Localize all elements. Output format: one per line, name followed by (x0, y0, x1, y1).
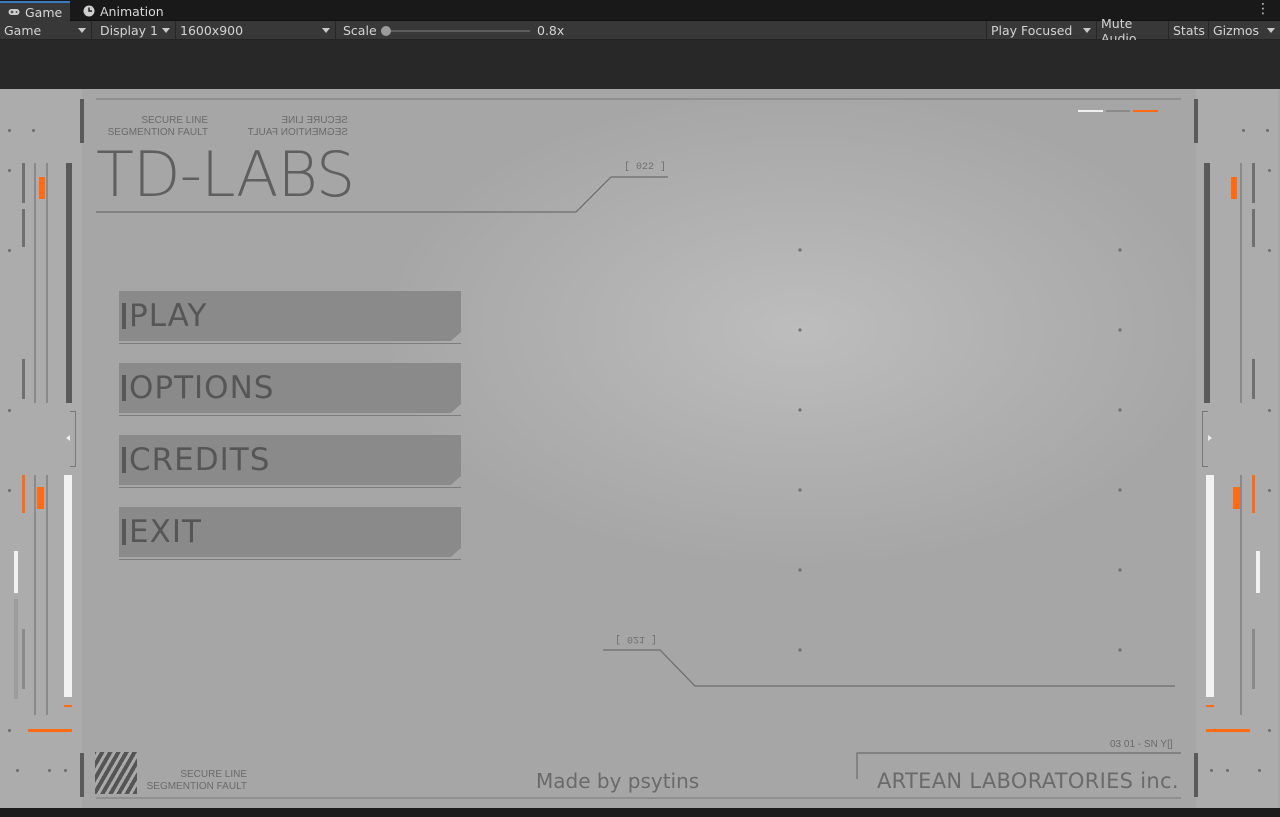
view-mode-dropdown[interactable]: Game (0, 21, 92, 40)
left-hud-panel (0, 89, 84, 808)
resolution-dropdown[interactable]: 1600x900 (176, 21, 336, 40)
game-view-letterbox (0, 40, 1280, 89)
tab-game[interactable]: Game (0, 1, 71, 21)
options-button-label: OPTIONS (129, 370, 275, 406)
made-by-credit: Made by psytins (536, 769, 700, 793)
options-button[interactable]: OPTIONS (119, 363, 461, 413)
hatched-logo-icon (95, 752, 137, 794)
company-name: ARTEAN LABORATORIES inc. (877, 769, 1179, 793)
chevron-down-icon (78, 28, 86, 33)
footer-secure-line-text: SECURE LINE (180, 769, 247, 780)
gizmos-dropdown[interactable]: Gizmos (1209, 21, 1280, 40)
scale-slider-handle[interactable] (381, 26, 391, 36)
chevron-down-icon (1083, 28, 1091, 33)
play-mode-value: Play Focused (991, 23, 1073, 38)
scale-readout: 0.8x (533, 21, 583, 40)
play-mode-dropdown[interactable]: Play Focused (986, 21, 1097, 40)
display-value: Display 1 (100, 23, 159, 38)
exit-button-label: EXIT (129, 514, 202, 550)
chevron-down-icon (1267, 28, 1275, 33)
scale-slider-track[interactable] (384, 30, 530, 32)
stats-toggle[interactable]: Stats (1169, 21, 1209, 40)
play-button-label: PLAY (129, 298, 208, 334)
tab-game-label: Game (25, 4, 63, 20)
editor-bottom-edge (0, 808, 1280, 817)
secure-line-text-mirrored: SECURE LINE (281, 115, 348, 126)
view-mode-value: Game (4, 23, 42, 38)
tab-animation[interactable]: Animation (75, 1, 172, 21)
resolution-value: 1600x900 (180, 23, 244, 38)
gamepad-icon (8, 6, 20, 18)
footer-segmention-fault-text: SEGMENTION FAULT (146, 781, 247, 792)
game-view-toolbar: Game Display 1 1600x900 Scale 0.8x Play … (0, 16, 1280, 46)
serial-number: 03 01 - SN Y[] (1110, 739, 1173, 750)
scale-label: Scale (343, 23, 377, 38)
credits-button[interactable]: CREDITS (119, 435, 461, 485)
right-hud-panel (1194, 89, 1278, 808)
credits-button-label: CREDITS (129, 442, 271, 478)
tab-animation-label: Animation (100, 3, 164, 19)
chevron-down-icon (162, 28, 170, 33)
secure-line-text: SECURE LINE (141, 115, 208, 126)
section-code-top: [ 022 ] (624, 162, 667, 173)
mute-audio-toggle[interactable]: Mute Audio (1097, 16, 1169, 46)
secure-line-label-mirrored: SECURE LINE SEGMENTION FAULT (240, 115, 348, 139)
section-code-bottom: [ 021 ] (615, 633, 658, 644)
footer-secure-label: SECURE LINE SEGMENTION FAULT (140, 769, 247, 793)
more-options-icon[interactable]: ⋮ (1256, 2, 1270, 16)
clock-icon (83, 5, 95, 17)
play-button[interactable]: PLAY (119, 291, 461, 341)
stats-label: Stats (1173, 23, 1205, 38)
exit-button[interactable]: EXIT (119, 507, 461, 557)
secure-line-label: SECURE LINE SEGMENTION FAULT (100, 115, 208, 139)
game-title: TD-LABS (96, 138, 355, 211)
gizmos-label: Gizmos (1213, 23, 1260, 38)
scale-value: 0.8x (537, 23, 565, 38)
chevron-down-icon (322, 28, 330, 33)
game-view: SECURE LINE SEGMENTION FAULT SECURE LINE… (0, 89, 1280, 808)
display-dropdown[interactable]: Display 1 (96, 21, 176, 40)
editor-tab-bar: Game Animation ⋮ (0, 0, 1280, 21)
